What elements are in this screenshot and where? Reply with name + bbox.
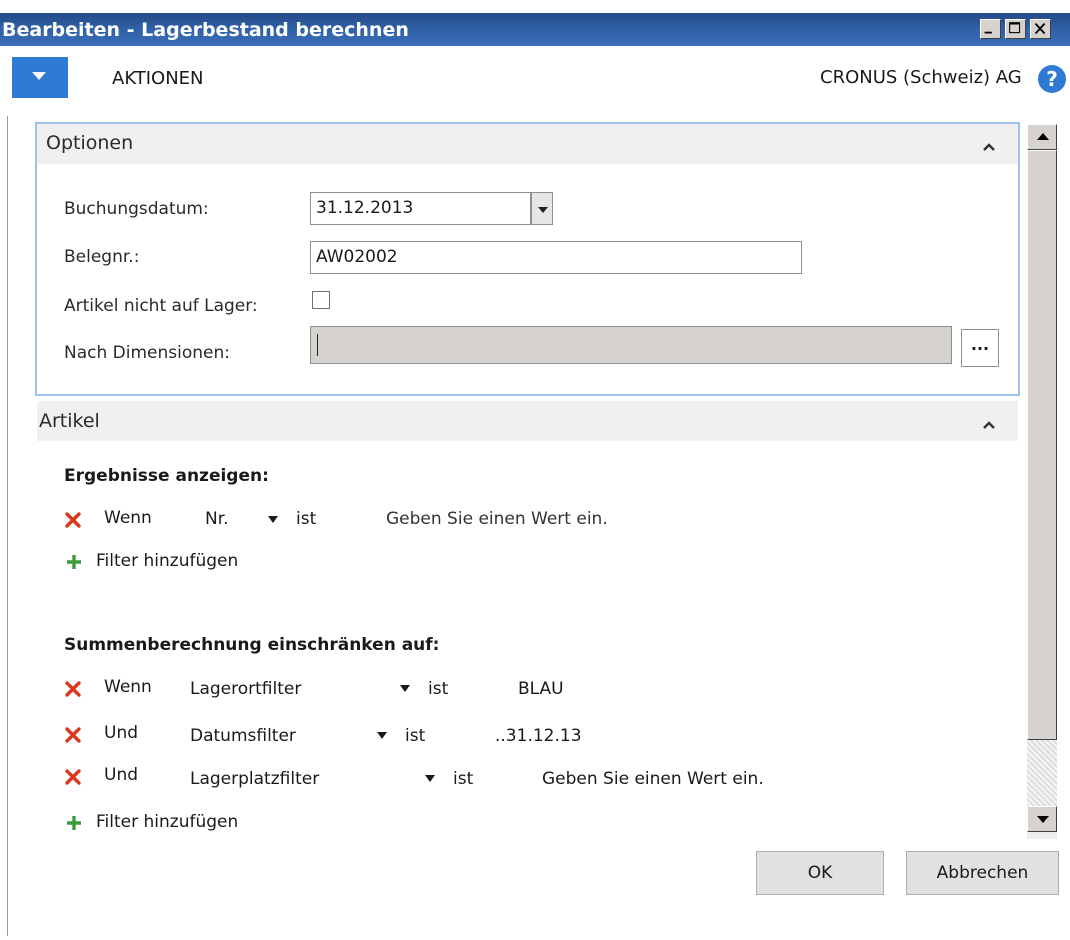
dropdown-arrow-icon (538, 207, 548, 213)
remove-filter-icon[interactable] (64, 768, 82, 786)
artikel-header[interactable] (37, 401, 1018, 441)
dropdown-arrow-icon[interactable] (400, 685, 410, 692)
close-icon (1034, 22, 1046, 35)
text-cursor (317, 334, 318, 356)
filter-conjunction: Wenn (104, 677, 152, 697)
add-filter-link[interactable]: Filter hinzufügen (96, 551, 238, 571)
filter-conjunction: Wenn (104, 508, 152, 528)
filter-conjunction: Und (104, 723, 139, 743)
add-filter-icon[interactable] (66, 815, 82, 831)
filter-value-input[interactable]: BLAU (518, 679, 564, 699)
remove-filter-icon[interactable] (64, 511, 82, 529)
dropdown-arrow-icon[interactable] (268, 516, 278, 523)
maximize-icon (1009, 22, 1021, 34)
ok-button[interactable]: OK (756, 851, 884, 895)
add-filter-icon[interactable] (66, 554, 82, 570)
filter-operator: ist (428, 679, 449, 699)
filter-operator: ist (405, 726, 426, 746)
filter-field-select[interactable]: Lagerortfilter (190, 679, 301, 699)
document-no-field[interactable]: AW02002 (310, 241, 802, 274)
posting-date-dropdown-button[interactable] (531, 192, 553, 225)
filter-operator: ist (453, 769, 474, 789)
remove-filter-icon[interactable] (64, 726, 82, 744)
artikel-title: Artikel (39, 410, 100, 432)
options-title: Optionen (46, 132, 134, 154)
options-header[interactable] (37, 124, 1018, 164)
remove-filter-icon[interactable] (64, 680, 82, 698)
posting-date-field[interactable]: 31.12.2013 (310, 192, 531, 225)
filter-value-input[interactable]: Geben Sie einen Wert ein. (386, 509, 608, 529)
company-name: CRONUS (Schweiz) AG (820, 67, 1022, 88)
filter-conjunction: Und (104, 765, 139, 785)
sums-heading: Summenberechnung einschränken auf: (64, 635, 440, 655)
filter-field-select[interactable]: Nr. (205, 509, 229, 529)
by-dimensions-assist-button[interactable]: ... (961, 329, 999, 367)
minimize-button[interactable] (980, 19, 1001, 39)
close-button[interactable] (1030, 19, 1051, 39)
document-no-label: Belegnr.: (64, 247, 140, 267)
chevron-down-icon (32, 72, 46, 80)
scroll-up-button[interactable] (1027, 124, 1057, 150)
by-dimensions-field[interactable] (310, 326, 952, 364)
dropdown-arrow-icon[interactable] (377, 732, 387, 739)
actions-tab[interactable]: AKTIONEN (112, 68, 204, 89)
results-heading: Ergebnisse anzeigen: (64, 466, 269, 486)
scroll-down-button[interactable] (1027, 806, 1057, 832)
scrollbar-track-lower[interactable] (1027, 740, 1057, 806)
window-left-border (7, 116, 8, 936)
chevron-up-icon[interactable] (982, 418, 996, 432)
add-filter-link[interactable]: Filter hinzufügen (96, 812, 238, 832)
minimize-icon (984, 31, 992, 34)
dropdown-arrow-icon[interactable] (425, 775, 435, 782)
help-icon[interactable]: ? (1038, 65, 1066, 93)
window-title: Bearbeiten - Lagerbestand berechnen (2, 19, 409, 41)
scrollbar-thumb[interactable] (1027, 150, 1057, 740)
maximize-button[interactable] (1005, 19, 1026, 39)
filter-operator: ist (296, 509, 317, 529)
filter-field-select[interactable]: Lagerplatzfilter (190, 769, 319, 789)
items-not-in-stock-label: Artikel nicht auf Lager: (64, 296, 258, 316)
filter-field-select[interactable]: Datumsfilter (190, 726, 296, 746)
items-not-in-stock-checkbox[interactable] (312, 291, 330, 309)
by-dimensions-label: Nach Dimensionen: (64, 343, 230, 363)
cancel-button[interactable]: Abbrechen (906, 851, 1059, 895)
chevron-up-icon[interactable] (982, 140, 996, 154)
posting-date-label: Buchungsdatum: (64, 199, 209, 219)
arrow-down-icon (1037, 816, 1049, 823)
filter-value-input[interactable]: Geben Sie einen Wert ein. (542, 769, 764, 789)
arrow-up-icon (1037, 133, 1049, 140)
filter-value-input[interactable]: ..31.12.13 (495, 726, 582, 746)
